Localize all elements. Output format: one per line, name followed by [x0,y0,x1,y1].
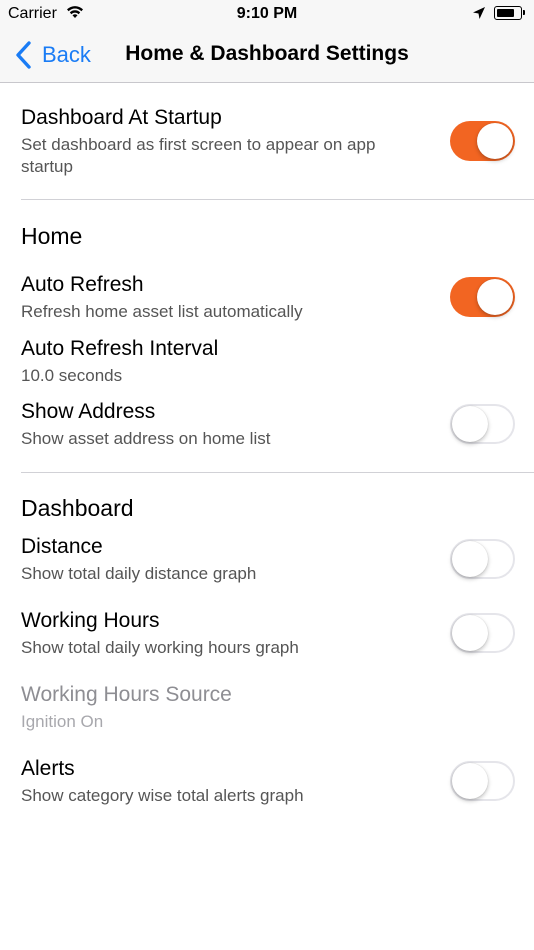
setting-subtitle: Refresh home asset list automatically [21,302,303,321]
setting-working-hours-source: Working Hours Source Ignition On [21,683,521,733]
setting-title: Auto Refresh [21,273,144,296]
distance-toggle[interactable] [450,539,515,579]
setting-subtitle: Set dashboard as first screen to appear … [21,135,376,176]
location-arrow-icon [472,6,486,25]
setting-subtitle: Show category wise total alerts graph [21,786,304,805]
setting-value: 10.0 seconds [21,366,123,385]
section-header-home: Home [21,223,83,249]
setting-title: Alerts [21,757,75,780]
page-title: Home & Dashboard Settings [125,42,409,65]
setting-alerts: Alerts Show category wise total alerts g… [21,757,521,807]
setting-subtitle: Show asset address on home list [21,429,271,448]
divider [21,199,534,200]
setting-distance: Distance Show total daily distance graph [21,535,521,585]
show-address-toggle[interactable] [450,404,515,444]
setting-subtitle: Show total daily working hours graph [21,638,299,657]
divider [21,472,534,473]
dashboard-at-startup-toggle[interactable] [450,121,515,161]
setting-show-address: Show Address Show asset address on home … [21,400,521,450]
setting-title: Auto Refresh Interval [21,337,219,360]
setting-subtitle: Show total daily distance graph [21,564,257,583]
toggle-knob [452,541,488,577]
setting-auto-refresh: Auto Refresh Refresh home asset list aut… [21,273,521,323]
alerts-toggle[interactable] [450,761,515,801]
toggle-knob [452,763,488,799]
section-header-dashboard: Dashboard [21,495,134,521]
setting-title: Working Hours [21,609,160,632]
setting-title: Show Address [21,400,156,423]
toggle-knob [477,279,513,315]
auto-refresh-toggle[interactable] [450,277,515,317]
setting-title: Distance [21,535,103,558]
setting-auto-refresh-interval[interactable]: Auto Refresh Interval 10.0 seconds [21,337,521,387]
clock: 9:10 PM [236,5,298,22]
setting-value: Ignition On [21,712,104,731]
navigation-bar: Back Home & Dashboard Settings [0,28,534,83]
setting-title: Dashboard At Startup [21,106,222,129]
setting-working-hours: Working Hours Show total daily working h… [21,609,521,659]
battery-icon [494,6,525,20]
toggle-knob [477,123,513,159]
setting-title: Working Hours Source [21,683,232,706]
setting-dashboard-at-startup: Dashboard At Startup Set dashboard as fi… [21,106,521,178]
working-hours-toggle[interactable] [450,613,515,653]
toggle-knob [452,615,488,651]
toggle-knob [452,406,488,442]
status-bar: Carrier 9:10 PM [0,0,534,28]
